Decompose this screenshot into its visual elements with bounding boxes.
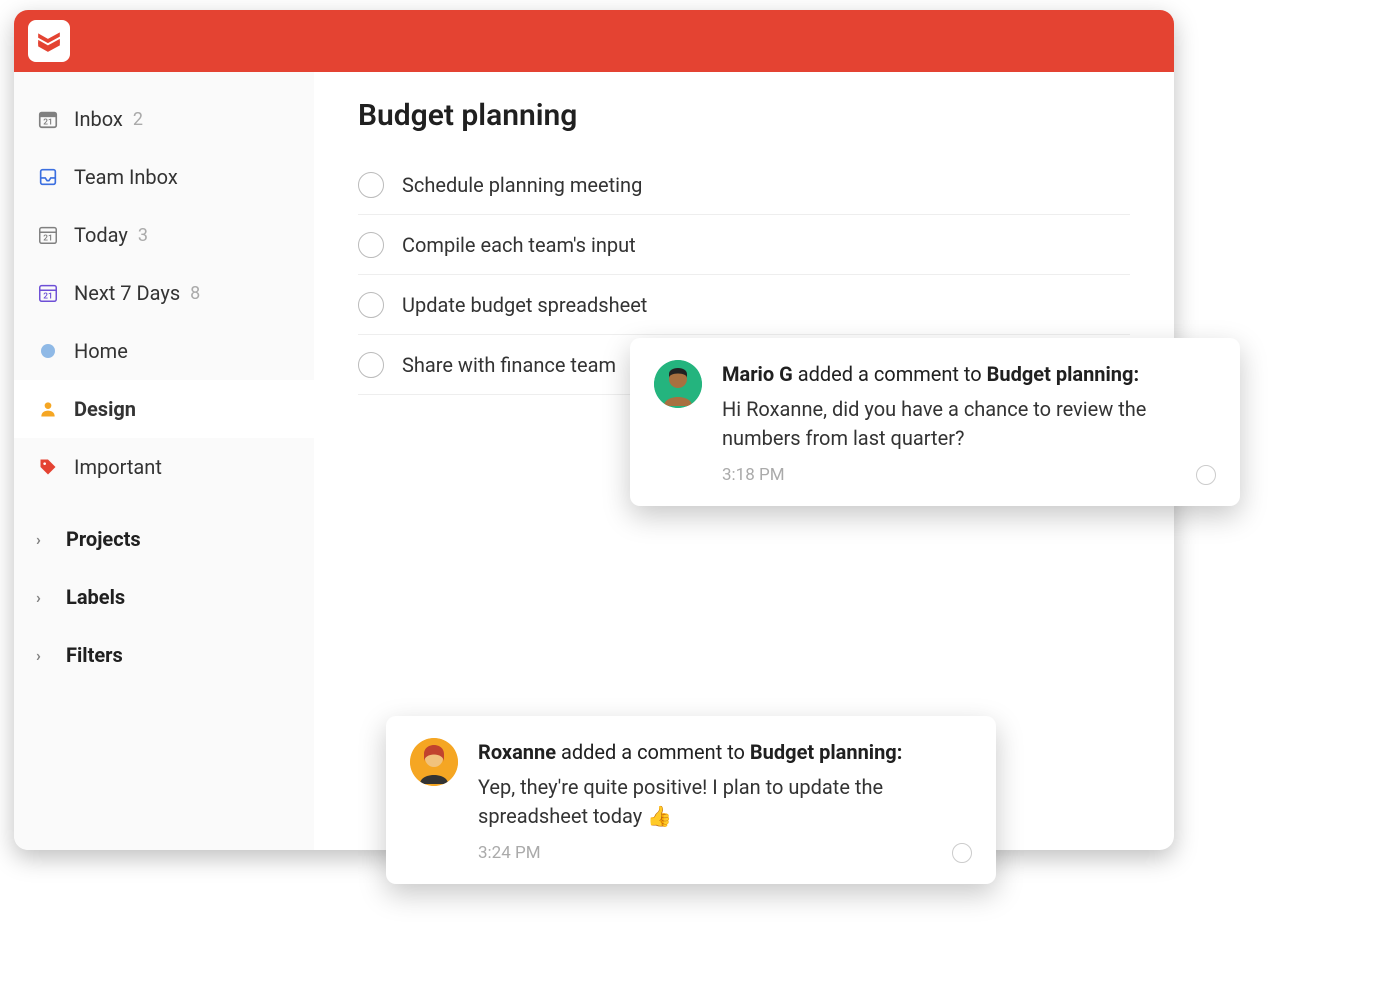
- todoist-logo-icon: [36, 28, 62, 54]
- today-icon: 21: [36, 223, 60, 247]
- sidebar-item-today[interactable]: 21 Today 3: [14, 206, 314, 264]
- avatar: [654, 360, 702, 408]
- task-checkbox[interactable]: [358, 292, 384, 318]
- sidebar-section-filters[interactable]: › Filters: [14, 626, 314, 684]
- project-color-dot-icon: [36, 339, 60, 363]
- task-label: Update budget spreadsheet: [402, 293, 647, 317]
- task-label: Share with finance team: [402, 353, 616, 377]
- section-label: Projects: [66, 527, 141, 551]
- notification-footer: 3:18 PM: [722, 463, 1216, 488]
- notification-mark-read[interactable]: [952, 843, 972, 863]
- tag-icon: [36, 455, 60, 479]
- inbox-icon: 21: [36, 107, 60, 131]
- team-inbox-icon: [36, 165, 60, 189]
- section-label: Filters: [66, 643, 123, 667]
- chevron-right-icon: ›: [36, 530, 52, 549]
- svg-text:21: 21: [43, 292, 52, 302]
- task-checkbox[interactable]: [358, 172, 384, 198]
- notification-header: Mario G added a comment to Budget planni…: [722, 360, 1216, 389]
- sidebar-item-label: Important: [74, 455, 162, 479]
- person-icon: [36, 397, 60, 421]
- notification-mark-read[interactable]: [1196, 465, 1216, 485]
- calendar-week-icon: 21: [36, 281, 60, 305]
- sidebar-item-label: Today: [74, 223, 128, 247]
- sidebar-item-label: Team Inbox: [74, 165, 178, 189]
- sidebar-item-label: Next 7 Days: [74, 281, 180, 305]
- svg-text:21: 21: [43, 118, 52, 128]
- dot: [41, 344, 55, 358]
- chevron-right-icon: ›: [36, 646, 52, 665]
- notification-time: 3:18 PM: [722, 463, 785, 488]
- avatar: [410, 738, 458, 786]
- section-label: Labels: [66, 585, 125, 609]
- task-row[interactable]: Update budget spreadsheet: [358, 275, 1130, 335]
- sidebar-item-important[interactable]: Important: [14, 438, 314, 496]
- notification-time: 3:24 PM: [478, 841, 541, 866]
- task-label: Schedule planning meeting: [402, 173, 642, 197]
- task-checkbox[interactable]: [358, 232, 384, 258]
- sidebar-section-projects[interactable]: › Projects: [14, 510, 314, 568]
- sidebar-item-count: 2: [133, 109, 143, 130]
- sidebar-item-design[interactable]: Design: [14, 380, 314, 438]
- notification-header: Roxanne added a comment to Budget planni…: [478, 738, 972, 767]
- sidebar: 21 Inbox 2 Team Inbox 21 Today 3: [14, 72, 314, 850]
- sidebar-item-inbox[interactable]: 21 Inbox 2: [14, 90, 314, 148]
- notification-action: added a comment to: [798, 362, 982, 386]
- task-row[interactable]: Compile each team's input: [358, 215, 1130, 275]
- sidebar-item-count: 3: [138, 225, 148, 246]
- task-row[interactable]: Schedule planning meeting: [358, 155, 1130, 215]
- notification-body: Roxanne added a comment to Budget planni…: [478, 738, 972, 866]
- sidebar-item-label: Design: [74, 397, 136, 421]
- notification-author: Roxanne: [478, 740, 556, 764]
- project-title: Budget planning: [358, 98, 1130, 133]
- chevron-right-icon: ›: [36, 588, 52, 607]
- notification-card[interactable]: Roxanne added a comment to Budget planni…: [386, 716, 996, 884]
- notification-text: Hi Roxanne, did you have a chance to rev…: [722, 395, 1216, 453]
- task-label: Compile each team's input: [402, 233, 636, 257]
- notification-author: Mario G: [722, 362, 793, 386]
- sidebar-item-home[interactable]: Home: [14, 322, 314, 380]
- notification-text: Yep, they're quite positive! I plan to u…: [478, 773, 972, 831]
- task-checkbox[interactable]: [358, 352, 384, 378]
- sidebar-section-labels[interactable]: › Labels: [14, 568, 314, 626]
- sidebar-item-next-7-days[interactable]: 21 Next 7 Days 8: [14, 264, 314, 322]
- header-bar: [14, 10, 1174, 72]
- notification-footer: 3:24 PM: [478, 841, 972, 866]
- notification-target: Budget planning:: [987, 362, 1139, 386]
- notification-target: Budget planning:: [750, 740, 902, 764]
- sidebar-item-label: Home: [74, 339, 128, 363]
- app-logo[interactable]: [28, 20, 70, 62]
- notification-action: added a comment to: [561, 740, 745, 764]
- notification-card[interactable]: Mario G added a comment to Budget planni…: [630, 338, 1240, 506]
- notification-body: Mario G added a comment to Budget planni…: [722, 360, 1216, 488]
- svg-text:21: 21: [43, 234, 52, 244]
- sidebar-item-count: 8: [190, 283, 200, 304]
- sidebar-item-team-inbox[interactable]: Team Inbox: [14, 148, 314, 206]
- sidebar-item-label: Inbox: [74, 107, 123, 131]
